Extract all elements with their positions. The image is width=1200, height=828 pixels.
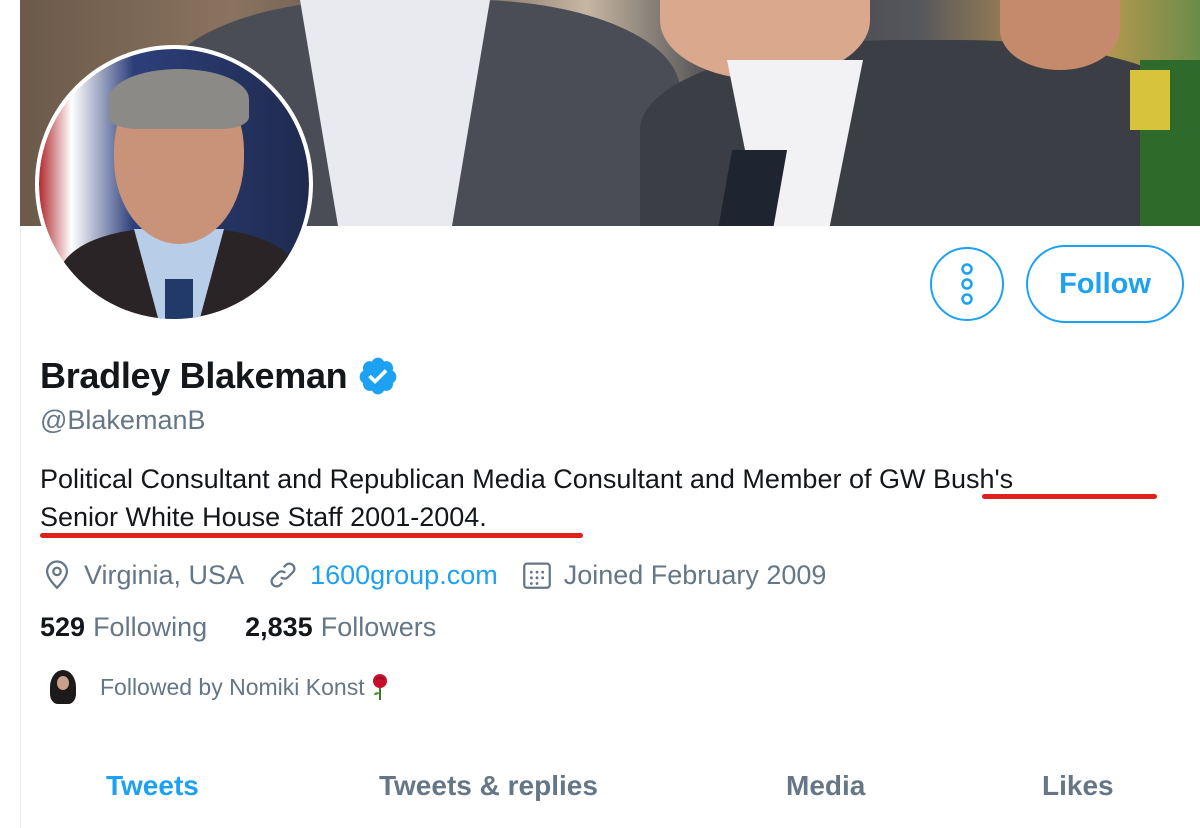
tab-media[interactable]: Media: [786, 770, 865, 802]
bio-text-part2: GW Bush's: [878, 464, 1014, 494]
followed-by-text: Followed by Nomiki Konst: [100, 673, 365, 700]
followed-by-row[interactable]: Followed by Nomiki Konst: [44, 668, 391, 706]
tab-likes[interactable]: Likes: [1042, 770, 1114, 802]
bio-text-part1: Political Consultant and Republican Medi…: [40, 464, 879, 494]
profile-meta: Virginia, USA 1600group.com Joined Febru…: [40, 555, 848, 595]
profile-name: Bradley Blakeman: [40, 355, 348, 396]
more-options-button[interactable]: [930, 247, 1004, 321]
follow-button[interactable]: Follow: [1026, 245, 1184, 323]
tab-tweets[interactable]: Tweets: [106, 770, 199, 802]
rose-emoji-icon: [372, 674, 387, 700]
following-count: 529: [40, 612, 86, 642]
calendar-icon: [522, 562, 551, 589]
avatar-hair: [109, 69, 249, 129]
location-text: Virginia, USA: [84, 559, 245, 590]
annotation-underline-2: [40, 533, 583, 538]
following-stat[interactable]: 529 Following: [40, 612, 207, 643]
profile-tabs: Tweets Tweets & replies Media Likes: [20, 760, 1200, 818]
followers-count: 2,835: [245, 612, 313, 642]
avatar-tie: [165, 279, 193, 319]
follower-avatar-face: [57, 676, 69, 690]
website-item[interactable]: 1600group.com: [266, 558, 498, 592]
profile-handle: @BlakemanB: [40, 405, 206, 435]
tab-tweets-and-replies[interactable]: Tweets & replies: [379, 770, 598, 802]
content-left-border: [20, 226, 21, 828]
location-item: Virginia, USA: [40, 558, 244, 592]
profile-name-row: Bradley Blakeman: [40, 355, 399, 397]
followers-label: Followers: [320, 612, 437, 642]
verified-badge-icon: [359, 357, 397, 395]
joined-text: Joined February 2009: [563, 559, 827, 590]
profile-avatar[interactable]: [35, 45, 313, 323]
location-icon: [45, 560, 69, 590]
follower-avatar: [44, 668, 82, 706]
following-label: Following: [93, 612, 208, 642]
more-options-icon: [961, 263, 973, 305]
banner-background-yellow: [1130, 70, 1170, 130]
annotation-underline-1: [982, 494, 1157, 499]
website-link[interactable]: 1600group.com: [310, 560, 498, 591]
joined-item: Joined February 2009: [520, 558, 827, 592]
followers-stat[interactable]: 2,835 Followers: [245, 612, 436, 643]
link-icon: [270, 562, 296, 588]
bio-text-line2: Senior White House Staff 2001-2004.: [40, 502, 487, 532]
profile-stats: 529 Following 2,835 Followers: [40, 612, 474, 643]
avatar-photo: [39, 49, 309, 319]
